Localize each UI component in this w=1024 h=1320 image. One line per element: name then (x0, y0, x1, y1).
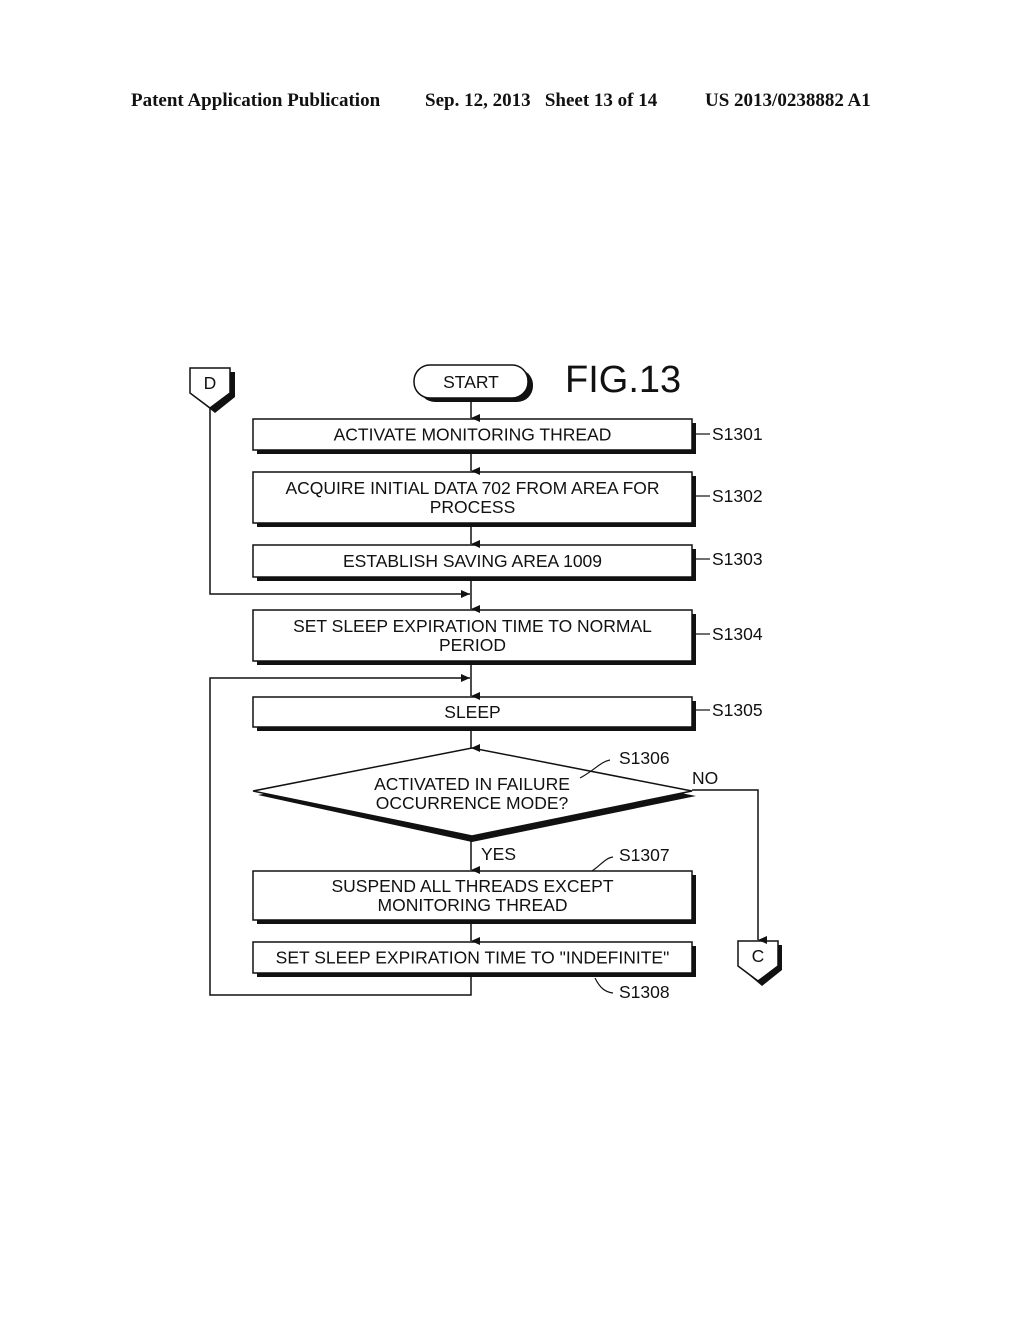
connector-c: C (737, 940, 782, 986)
process-box-s1305: SLEEP S1305 (252, 696, 763, 731)
process-text: SLEEP (444, 702, 500, 722)
connector-d: D (189, 367, 235, 413)
step-id: S1307 (619, 845, 670, 865)
process-text: MONITORING THREAD (378, 895, 568, 915)
process-text: SUSPEND ALL THREADS EXCEPT (331, 876, 613, 896)
process-box-s1302: ACQUIRE INITIAL DATA 702 FROM AREA FORPR… (252, 471, 763, 527)
process-box-s1303: ESTABLISH SAVING AREA 1009 S1303 (252, 544, 763, 581)
process-text: PROCESS (430, 497, 516, 517)
process-text: ACTIVATE MONITORING THREAD (334, 425, 612, 445)
start-label: START (443, 372, 499, 392)
process-text: PERIOD (439, 635, 506, 655)
decision-step-id: S1306 (619, 748, 670, 768)
leader-line (594, 977, 614, 994)
step-id: S1303 (712, 549, 763, 569)
process-text: ESTABLISH SAVING AREA 1009 (343, 551, 602, 571)
connector-d-label: D (204, 373, 217, 393)
start-terminal: START (413, 364, 533, 402)
connector-c-label: C (752, 946, 765, 966)
no-label: NO (692, 768, 718, 788)
process-box-s1308: SET SLEEP EXPIRATION TIME TO "INDEFINITE… (252, 941, 696, 1002)
decision-line-2: OCCURRENCE MODE? (376, 793, 569, 813)
process-box-s1301: ACTIVATE MONITORING THREAD S1301 (252, 418, 763, 454)
process-text: ACQUIRE INITIAL DATA 702 FROM AREA FOR (285, 478, 659, 498)
decision-line-1: ACTIVATED IN FAILURE (374, 774, 570, 794)
step-id: S1308 (619, 982, 670, 1002)
process-box-s1304: SET SLEEP EXPIRATION TIME TO NORMALPERIO… (252, 609, 763, 665)
process-box-s1307: SUSPEND ALL THREADS EXCEPTMONITORING THR… (252, 845, 696, 924)
process-text: SET SLEEP EXPIRATION TIME TO "INDEFINITE… (276, 948, 670, 968)
yes-label: YES (481, 844, 516, 864)
flowchart: FIG.13 START D C ACTIVATE MONITORING THR… (189, 359, 782, 1002)
step-id: S1301 (712, 424, 763, 444)
step-id: S1305 (712, 700, 763, 720)
arrow-no-c (692, 789, 767, 944)
figure-title: FIG.13 (565, 359, 681, 401)
process-text: SET SLEEP EXPIRATION TIME TO NORMAL (293, 616, 652, 636)
step-id: S1302 (712, 486, 763, 506)
step-id: S1304 (712, 624, 763, 644)
leader-line (591, 856, 614, 872)
